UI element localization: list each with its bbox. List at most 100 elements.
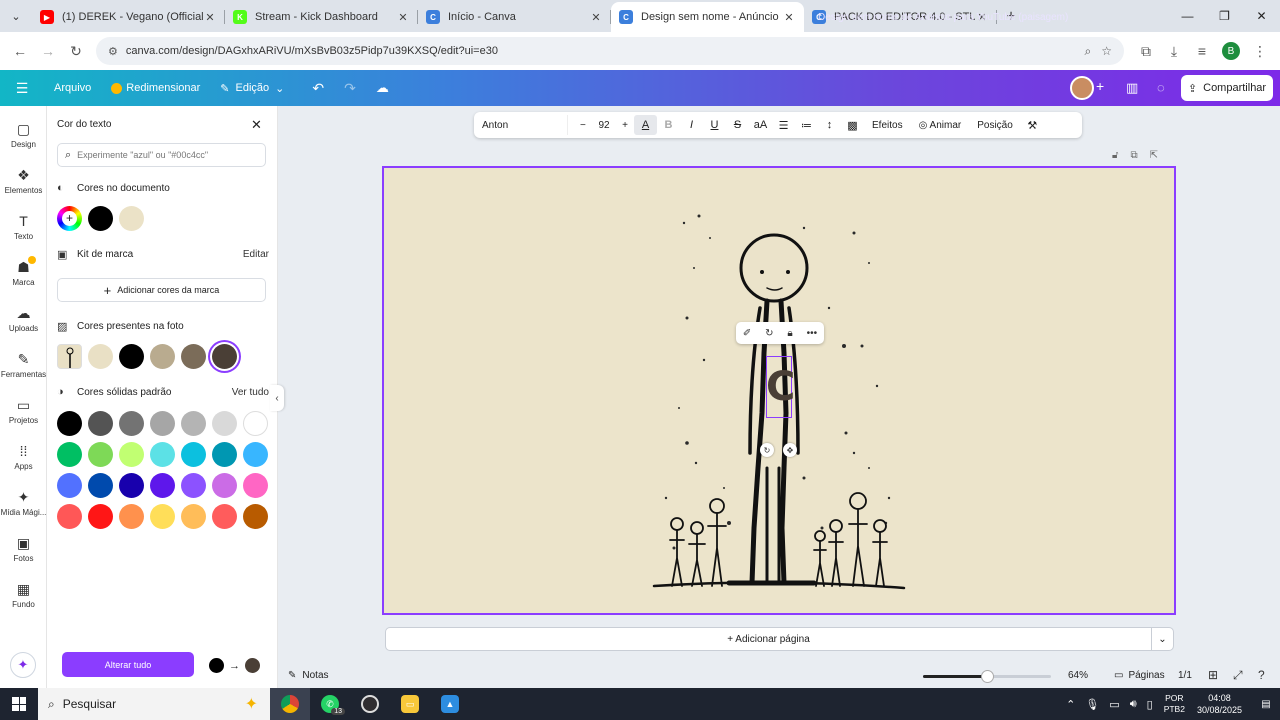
magic-edit-icon[interactable]: ✐ — [743, 328, 751, 339]
rotate-icon[interactable]: ↻ — [765, 328, 773, 339]
share-button[interactable]: ⇪ Compartilhar — [1181, 75, 1273, 101]
help-icon[interactable]: ? — [1258, 668, 1265, 682]
solid-color-swatch[interactable] — [181, 411, 206, 436]
effects-button[interactable]: Efeitos — [864, 120, 911, 131]
tab-search-chevron-icon[interactable]: ⌄ — [0, 0, 32, 32]
font-dropdown[interactable]: Anton — [478, 115, 568, 135]
comments-icon[interactable]: ◌ — [1157, 80, 1165, 95]
selected-text-element[interactable]: C — [766, 362, 795, 412]
tab-close-icon[interactable]: ✕ — [589, 11, 603, 24]
solid-color-swatch[interactable] — [212, 411, 237, 436]
tab-close-icon[interactable]: ✕ — [396, 11, 410, 24]
format-painter-icon[interactable]: ⚒ — [1021, 119, 1044, 132]
clock[interactable]: 04:08 30/08/2025 — [1197, 692, 1242, 716]
share-page-icon[interactable]: ⇱ — [1150, 150, 1158, 161]
tray-overflow-icon[interactable]: ⌃ — [1066, 698, 1075, 711]
fullscreen-icon[interactable]: ⤢ — [1233, 668, 1243, 683]
browser-tab[interactable]: C Início - Canva ✕ — [418, 2, 611, 32]
media-control-icon[interactable]: ≡ — [1188, 37, 1216, 65]
redo-icon[interactable]: ↷ — [334, 70, 366, 106]
zoom-slider[interactable] — [923, 670, 1051, 683]
rail-item[interactable]: ▭ Projetos — [0, 388, 47, 434]
rail-item[interactable]: ✦ Mídia Mági... — [0, 480, 47, 526]
doc-color-swatch[interactable] — [88, 206, 113, 231]
letter-case-icon[interactable]: aA — [749, 119, 772, 131]
solid-color-swatch[interactable] — [243, 442, 268, 467]
taskbar-search[interactable]: ⌕ Pesquisar ✦ — [38, 688, 270, 720]
photos-taskbar-icon[interactable]: ▲ — [430, 688, 470, 720]
solid-color-swatch[interactable] — [243, 473, 268, 498]
chrome-taskbar-icon[interactable] — [270, 688, 310, 720]
battery-icon[interactable]: ▯ — [1147, 698, 1153, 711]
site-info-icon[interactable]: ⚙ — [108, 45, 118, 58]
file-menu-button[interactable]: Arquivo — [44, 70, 101, 106]
solid-color-swatch[interactable] — [57, 411, 82, 436]
design-title[interactable]: Design sem nome de Anúncio para YouTube … — [818, 12, 1068, 23]
download-icon[interactable]: ⤓ — [1160, 37, 1188, 65]
solid-color-swatch[interactable] — [243, 411, 268, 436]
rail-item[interactable]: ⁞⁞ Apps — [0, 434, 47, 480]
solid-color-swatch[interactable] — [181, 504, 206, 529]
keyboard-language[interactable]: POR PTB2 — [1164, 693, 1185, 715]
solid-color-swatch[interactable] — [212, 473, 237, 498]
position-button[interactable]: Posição — [969, 120, 1021, 131]
move-handle-icon[interactable]: ✥ — [783, 443, 797, 457]
doc-color-swatch[interactable] — [119, 206, 144, 231]
bold-icon[interactable]: B — [657, 119, 680, 131]
solid-color-swatch[interactable] — [150, 442, 175, 467]
font-size-value[interactable]: 92 — [598, 120, 609, 131]
solid-color-swatch[interactable] — [150, 473, 175, 498]
bookmark-star-icon[interactable]: ☆ — [1101, 44, 1112, 58]
zoom-value[interactable]: 64% — [1068, 670, 1088, 681]
animate-button[interactable]: ◎ Animar — [911, 120, 970, 131]
brand-kit-edit-link[interactable]: Editar — [243, 249, 269, 260]
solid-color-swatch[interactable] — [212, 504, 237, 529]
solid-color-swatch[interactable] — [88, 473, 113, 498]
file-explorer-taskbar-icon[interactable]: ▭ — [390, 688, 430, 720]
rail-item[interactable]: T Texto — [0, 204, 47, 250]
obs-taskbar-icon[interactable] — [350, 688, 390, 720]
restore-icon[interactable]: ❐ — [1206, 0, 1243, 32]
solid-color-swatch[interactable] — [88, 411, 113, 436]
user-avatar[interactable] — [1070, 76, 1094, 100]
extensions-icon[interactable]: ⧉ — [1132, 37, 1160, 65]
collapse-panel-chevron-icon[interactable]: ‹ — [270, 385, 284, 411]
text-color-icon[interactable]: A — [634, 115, 657, 135]
magic-assistant-icon[interactable]: ✦ — [10, 652, 36, 678]
back-arrow-icon[interactable]: ← — [6, 37, 34, 65]
notifications-icon[interactable]: ▤ — [1252, 699, 1280, 710]
transparency-icon[interactable]: ▩ — [841, 119, 864, 132]
volume-icon[interactable]: 🔊︎ — [1130, 698, 1137, 711]
insights-chart-icon[interactable]: ▥ — [1126, 80, 1138, 96]
replace-all-button[interactable]: Alterar tudo — [62, 652, 194, 677]
solid-color-swatch[interactable] — [119, 411, 144, 436]
main-menu-icon[interactable]: ☰ — [0, 80, 44, 97]
align-center-icon[interactable]: ☰ — [772, 119, 795, 132]
rail-item[interactable]: ▢ Design — [0, 112, 47, 158]
tab-close-icon[interactable]: ✕ — [203, 11, 217, 24]
increase-size-button[interactable]: + — [622, 120, 628, 131]
solid-color-swatch[interactable] — [119, 442, 144, 467]
more-options-icon[interactable]: ••• — [807, 328, 818, 339]
zoom-slider-thumb[interactable] — [981, 670, 994, 683]
photo-color-swatch[interactable] — [150, 344, 175, 369]
rail-item[interactable]: ✎ Ferramentas — [0, 342, 47, 388]
solid-color-swatch[interactable] — [181, 473, 206, 498]
photo-color-swatch[interactable] — [212, 344, 237, 369]
resize-button[interactable]: Redimensionar — [101, 70, 210, 106]
tab-close-icon[interactable]: ✕ — [782, 11, 796, 24]
pages-button[interactable]: ▭ Páginas — [1114, 670, 1165, 681]
solid-color-swatch[interactable] — [88, 504, 113, 529]
microphone-icon[interactable]: 🎙︎ — [1085, 698, 1099, 711]
list-icon[interactable]: ≔ — [795, 119, 818, 132]
grid-view-icon[interactable]: ⊞ — [1208, 668, 1218, 682]
decrease-size-button[interactable]: − — [580, 120, 586, 131]
close-window-icon[interactable]: ✕ — [1243, 0, 1280, 32]
profile-avatar[interactable]: B — [1222, 42, 1240, 60]
lock-icon[interactable]: 🔒︎ — [787, 328, 792, 339]
add-page-chevron-icon[interactable]: ⌄ — [1151, 627, 1174, 651]
see-all-link[interactable]: Ver tudo — [232, 387, 269, 398]
browser-tab[interactable]: ▶ (1) DEREK - Vegano (Official ✕ — [32, 2, 225, 32]
solid-color-swatch[interactable] — [212, 442, 237, 467]
browser-tab[interactable]: K Stream - Kick Dashboard ✕ — [225, 2, 418, 32]
